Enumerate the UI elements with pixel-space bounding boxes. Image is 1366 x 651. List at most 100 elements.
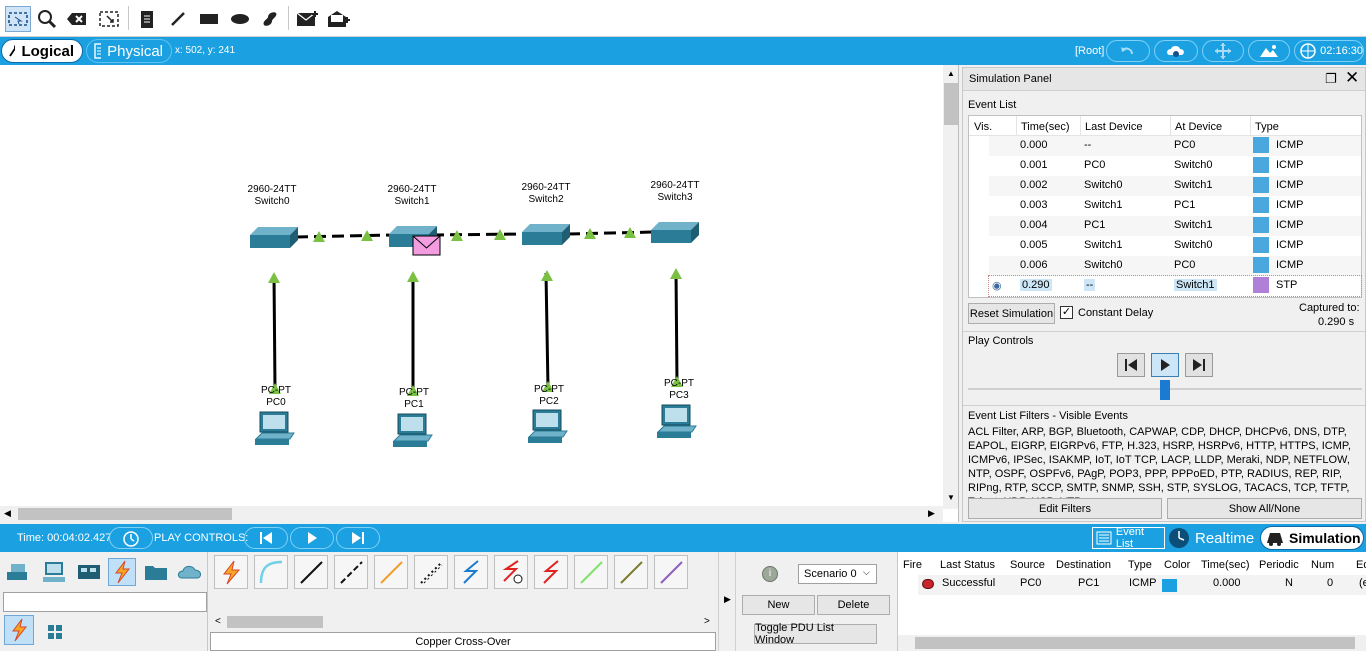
event-row[interactable]: 0.000 -- PC0 ICMP	[989, 136, 1361, 156]
link-switch2-pc2[interactable]	[544, 272, 550, 389]
coaxial-cable-icon[interactable]	[454, 555, 488, 589]
scroll-left-icon[interactable]: <	[215, 616, 221, 627]
info-icon[interactable]: i	[762, 566, 778, 582]
pdu-row[interactable]: Successful PC0 PC1 ICMP 0.000 N 0 (e	[918, 575, 1366, 595]
workspace-vertical-scrollbar[interactable]: ▲ ▼	[943, 65, 958, 509]
pdu-header-color[interactable]: Color	[1164, 559, 1190, 571]
event-row[interactable]: 0.002 Switch0 Switch1 ICMP	[989, 176, 1361, 196]
play-speed-slider-thumb[interactable]	[1160, 380, 1170, 400]
draw-rectangle-icon[interactable]	[196, 6, 222, 32]
power-cycle-button[interactable]	[109, 527, 153, 549]
panel-splitter[interactable]: ▶	[718, 552, 736, 651]
vertical-scroll-thumb[interactable]	[944, 83, 958, 125]
reset-simulation-button[interactable]: Reset Simulation	[968, 303, 1055, 324]
draw-freeform-icon[interactable]	[257, 6, 283, 32]
pdu-header-periodic[interactable]: Periodic	[1259, 559, 1299, 571]
delete-scenario-button[interactable]: Delete	[817, 595, 890, 615]
simulation-mode-button[interactable]: Simulation	[1260, 526, 1364, 550]
undock-icon[interactable]: ❐	[1325, 71, 1337, 87]
event-row[interactable]: 0.005 Switch1 Switch0 ICMP	[989, 236, 1361, 256]
root-label[interactable]: [Root]	[1075, 45, 1104, 57]
note-icon[interactable]	[134, 6, 160, 32]
pdu-header-num[interactable]: Num	[1311, 559, 1334, 571]
realtime-mode-button[interactable]: Realtime	[1168, 526, 1258, 550]
serial-dte-cable-icon[interactable]	[534, 555, 568, 589]
miscellaneous-icon[interactable]	[142, 558, 170, 586]
new-scenario-button[interactable]: New	[742, 595, 815, 615]
resize-icon[interactable]	[96, 6, 122, 32]
link-switch1-switch2[interactable]	[431, 232, 525, 237]
header-at-device[interactable]: At Device	[1175, 121, 1222, 133]
cable-scrollbar[interactable]: < >	[210, 614, 718, 630]
edit-filters-button[interactable]: Edit Filters	[968, 498, 1162, 519]
play-button[interactable]	[1151, 353, 1179, 377]
octal-cable-icon[interactable]	[574, 555, 608, 589]
event-row[interactable]: 0.004 PC1 Switch1 ICMP	[989, 216, 1361, 236]
grid-view-icon[interactable]	[44, 622, 66, 642]
pdu-header-last-status[interactable]: Last Status	[940, 559, 995, 571]
back-icon[interactable]	[1106, 40, 1150, 62]
close-icon[interactable]: ✕	[1345, 68, 1359, 88]
bar-step-forward-button[interactable]	[336, 527, 380, 549]
fire-indicator-icon[interactable]	[922, 579, 934, 589]
tab-physical[interactable]: Physical	[86, 39, 172, 63]
copper-cross-over-icon[interactable]	[334, 555, 368, 589]
serial-dce-cable-icon[interactable]	[494, 555, 528, 589]
step-forward-button[interactable]	[1185, 353, 1213, 377]
switch2-icon[interactable]	[522, 224, 570, 245]
show-all-none-button[interactable]: Show All/None	[1167, 498, 1362, 519]
pc0-icon[interactable]	[254, 411, 295, 445]
add-complex-pdu-icon[interactable]	[326, 6, 352, 32]
event-row[interactable]: 0.006 Switch0 PC0 ICMP	[989, 256, 1361, 276]
pdu-table-scrollbar[interactable]	[898, 635, 1366, 651]
draw-line-icon[interactable]	[165, 6, 191, 32]
pdu-header-type[interactable]: Type	[1128, 559, 1152, 571]
copper-straight-through-icon[interactable]	[294, 555, 328, 589]
event-row[interactable]: 0.003 Switch1 PC1 ICMP	[989, 196, 1361, 216]
pdu-scroll-thumb[interactable]	[915, 637, 1355, 649]
pdu-header-destination[interactable]: Destination	[1056, 559, 1111, 571]
header-time[interactable]: Time(sec)	[1021, 121, 1069, 133]
scroll-left-icon[interactable]: ◀	[4, 508, 11, 519]
event-row[interactable]: ◉ 0.290 -- Switch1 STP	[988, 275, 1362, 297]
move-object-icon[interactable]	[1202, 40, 1244, 62]
constant-delay-checkbox[interactable]: ✓	[1060, 306, 1073, 319]
select-icon[interactable]	[5, 6, 31, 32]
step-back-button[interactable]	[1117, 353, 1145, 377]
iot-custom-cable-icon[interactable]	[614, 555, 648, 589]
components-icon[interactable]	[75, 558, 103, 586]
scroll-up-icon[interactable]: ▲	[947, 69, 955, 78]
bar-play-button[interactable]	[290, 527, 334, 549]
usb-cable-icon[interactable]	[654, 555, 688, 589]
link-switch0-pc0[interactable]	[272, 274, 277, 391]
scenario-select[interactable]: Scenario 0 ⌵	[798, 564, 877, 584]
connections-subtype-icon[interactable]	[4, 615, 34, 645]
visible-eye-icon[interactable]: ◉	[992, 279, 1002, 292]
toggle-pdu-list-button[interactable]: Toggle PDU List Window	[754, 622, 877, 646]
network-devices-icon[interactable]	[4, 558, 32, 586]
pdu-header-source[interactable]: Source	[1010, 559, 1045, 571]
header-last-device[interactable]: Last Device	[1085, 121, 1142, 133]
new-cluster-icon[interactable]	[1154, 40, 1198, 62]
pdu-header-time[interactable]: Time(sec)	[1201, 559, 1249, 571]
set-background-icon[interactable]	[1248, 40, 1290, 62]
switch3-icon[interactable]	[651, 222, 699, 243]
pc2-icon[interactable]	[527, 409, 568, 443]
bar-step-back-button[interactable]	[244, 527, 288, 549]
event-row[interactable]: 0.001 PC0 Switch0 ICMP	[989, 156, 1361, 176]
console-cable-icon[interactable]	[254, 555, 288, 589]
header-vis[interactable]: Vis.	[974, 121, 992, 133]
pdu-header-fire[interactable]: Fire	[903, 559, 922, 571]
event-list-toggle[interactable]: Event List	[1092, 526, 1165, 550]
scroll-down-icon[interactable]: ▼	[947, 493, 955, 502]
draw-ellipse-icon[interactable]	[227, 6, 253, 32]
scroll-right-icon[interactable]: ▶	[928, 508, 935, 519]
switch0-icon[interactable]	[250, 227, 298, 248]
pdu-edit[interactable]: (e	[1359, 577, 1366, 589]
fiber-cable-icon[interactable]	[374, 555, 408, 589]
end-devices-icon[interactable]	[40, 558, 68, 586]
scroll-right-icon[interactable]: >	[704, 616, 710, 627]
multiuser-connection-icon[interactable]	[176, 558, 204, 586]
pdu-envelope-icon[interactable]	[412, 235, 441, 256]
pc1-icon[interactable]	[392, 413, 433, 447]
